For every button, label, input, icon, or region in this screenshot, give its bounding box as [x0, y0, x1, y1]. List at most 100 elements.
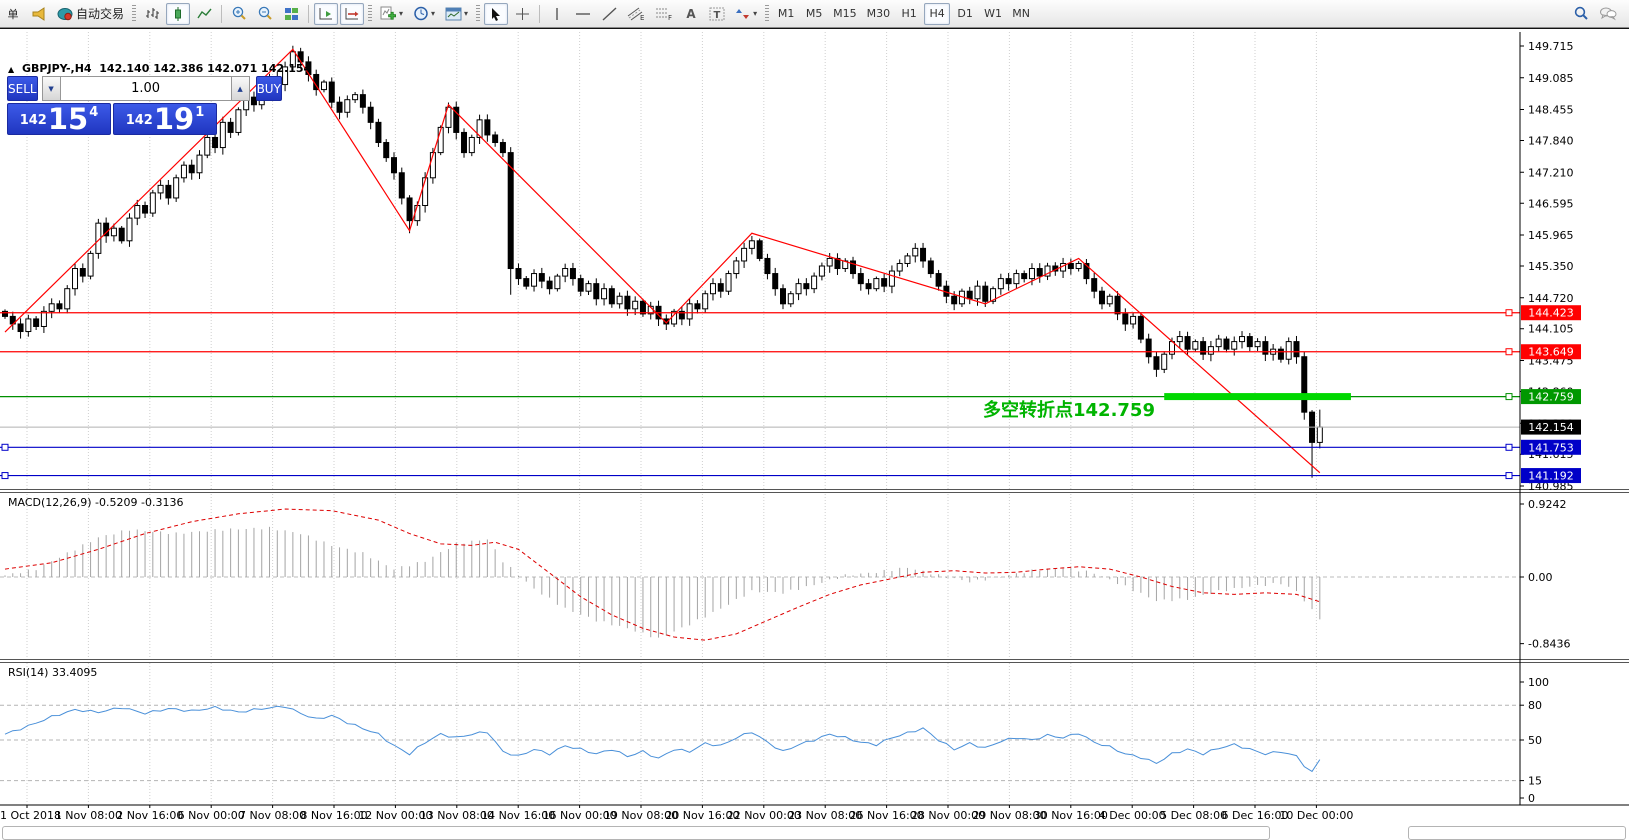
symbol-ohlc: 142.140 142.386 142.071 142.154 — [99, 62, 311, 75]
zoom-out-button[interactable] — [253, 3, 277, 25]
bar-chart-button[interactable] — [140, 3, 164, 25]
horizontal-line-icon — [575, 7, 591, 21]
volume-decrease-button[interactable]: ▼ — [42, 76, 61, 101]
tab-timeframe-m1[interactable]: M1 — [773, 3, 799, 25]
price-badge-144.423: 144.423 — [1521, 305, 1581, 320]
svg-text:15: 15 — [1528, 775, 1542, 788]
tile-windows-button[interactable] — [279, 3, 303, 25]
hline-143.649[interactable] — [0, 349, 1520, 355]
svg-text:80: 80 — [1528, 699, 1542, 712]
tab-timeframe-d1[interactable]: D1 — [952, 3, 978, 25]
candlestick-icon — [171, 7, 186, 21]
highlight-trendline[interactable] — [1164, 393, 1351, 400]
line-chart-button[interactable] — [192, 3, 216, 25]
volume-input[interactable] — [61, 76, 231, 101]
sell-price-button[interactable]: 142 15 4 — [7, 103, 111, 135]
buy-price-button[interactable]: 142 19 1 — [113, 103, 217, 135]
volume-increase-button[interactable]: ▲ — [231, 76, 250, 101]
search-icon — [1573, 6, 1589, 21]
svg-text:30 Nov 16:00: 30 Nov 16:00 — [1034, 809, 1108, 822]
symbol-bar: ▲ GBPJPY-,H4 142.140 142.386 142.071 142… — [8, 62, 311, 75]
indicators-button[interactable]: ▾ — [376, 3, 407, 25]
crosshair-button[interactable] — [510, 3, 534, 25]
text-a-icon: A — [686, 7, 695, 21]
toolbar-drag-handle[interactable] — [132, 5, 136, 23]
tab-timeframe-m5[interactable]: M5 — [801, 3, 827, 25]
vertical-line-button[interactable] — [545, 3, 569, 25]
indicators-icon — [380, 6, 397, 21]
tab-timeframe-mn[interactable]: MN — [1008, 3, 1034, 25]
tab-timeframe-h1[interactable]: H1 — [896, 3, 922, 25]
svg-text:50: 50 — [1528, 734, 1542, 747]
vertical-line-icon — [553, 7, 561, 21]
new-order-button[interactable]: 单 — [1, 3, 25, 25]
trendline-icon — [602, 7, 617, 21]
collapse-triangle-icon[interactable]: ▲ — [8, 65, 14, 74]
buy-button[interactable]: BUY — [256, 76, 282, 101]
autoscroll-icon — [318, 7, 334, 21]
timeframe-group: M1M5M15M30H1H4D1W1MN — [772, 3, 1035, 25]
chevron-down-icon: ▾ — [464, 9, 468, 18]
tab-timeframe-m15[interactable]: M15 — [829, 3, 861, 25]
autotrading-label: 自动交易 — [76, 5, 124, 22]
svg-text:T: T — [714, 10, 721, 21]
time-axis[interactable]: 31 Oct 20181 Nov 08:002 Nov 16:006 Nov 0… — [0, 805, 1353, 822]
grid — [0, 32, 1520, 804]
svg-text:144.720: 144.720 — [1528, 292, 1574, 305]
autoscroll-button[interactable] — [314, 3, 338, 25]
hline-141.192[interactable] — [0, 473, 1520, 479]
svg-text:141.192: 141.192 — [1528, 470, 1574, 483]
text-label-button[interactable]: T — [705, 3, 729, 25]
templates-button[interactable]: ▾ — [441, 3, 472, 25]
tab-timeframe-w1[interactable]: W1 — [980, 3, 1006, 25]
periods-button[interactable]: ▾ — [409, 3, 439, 25]
buy-price-prefix: 142 — [126, 113, 153, 128]
svg-text:2 Nov 16:00: 2 Nov 16:00 — [116, 809, 183, 822]
toolbar-drag-handle[interactable] — [368, 5, 372, 23]
chevron-down-icon: ▾ — [753, 9, 757, 18]
macd-series — [5, 509, 1320, 640]
horizontal-line-button[interactable] — [571, 3, 595, 25]
toolbar-drag-handle[interactable] — [476, 5, 480, 23]
status-box — [2, 826, 1270, 840]
chart-shift-button[interactable] — [340, 3, 364, 25]
trendline-button[interactable] — [597, 3, 621, 25]
tab-timeframe-m30[interactable]: M30 — [863, 3, 895, 25]
autotrading-button[interactable]: 自动交易 — [53, 3, 128, 25]
hline-141.753[interactable] — [0, 444, 1520, 450]
rsi-label: RSI(14) 33.4095 — [8, 666, 97, 679]
macd-signal-line — [5, 509, 1320, 640]
zoom-in-button[interactable] — [227, 3, 251, 25]
candlestick-chart-button[interactable] — [166, 3, 190, 25]
sell-price-prefix: 142 — [20, 113, 47, 128]
tab-timeframe-h4[interactable]: H4 — [924, 3, 950, 25]
svg-text:147.840: 147.840 — [1528, 135, 1574, 148]
toolbar-drag-handle[interactable] — [765, 5, 769, 23]
chat-button[interactable] — [1595, 3, 1621, 25]
rsi-line — [5, 706, 1320, 771]
arrows-button[interactable]: ▾ — [731, 3, 761, 25]
arrows-icon — [735, 7, 751, 21]
crosshair-icon — [515, 7, 530, 21]
svg-text:149.085: 149.085 — [1528, 72, 1574, 85]
price-chart-canvas[interactable]: 多空转折点142.759149.715149.085148.455147.840… — [0, 29, 1629, 833]
cursor-button[interactable] — [484, 3, 508, 25]
svg-text:146.595: 146.595 — [1528, 197, 1574, 210]
periods-clock-icon — [413, 6, 429, 21]
zoom-in-icon — [231, 6, 247, 21]
horn-icon — [31, 7, 47, 21]
equidistant-channel-button[interactable]: E — [623, 3, 649, 25]
svg-text:0.00: 0.00 — [1528, 571, 1553, 584]
main-toolbar: 单 自动交易 ▾ ▾ ▾ — [0, 0, 1629, 28]
chart-shift-icon — [344, 7, 360, 21]
fibonacci-button[interactable]: F — [651, 3, 677, 25]
alert-horn-button[interactable] — [27, 3, 51, 25]
sell-button[interactable]: SELL — [7, 76, 38, 101]
svg-text:0.9242: 0.9242 — [1528, 498, 1567, 511]
text-button[interactable]: A — [679, 3, 703, 25]
svg-text:145.965: 145.965 — [1528, 229, 1574, 242]
search-button[interactable] — [1569, 3, 1593, 25]
channel-icon: E — [627, 6, 645, 21]
hline-144.423[interactable] — [0, 310, 1520, 316]
turning-point-annotation[interactable]: 多空转折点142.759 — [983, 399, 1155, 421]
